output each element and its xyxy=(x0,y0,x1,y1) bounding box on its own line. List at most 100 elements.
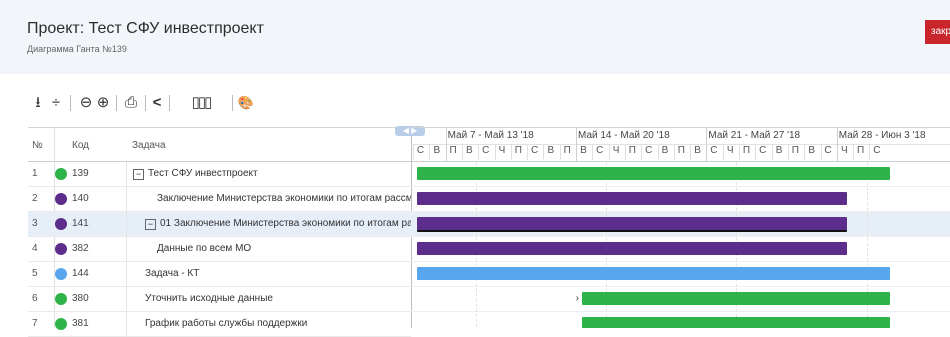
row-number: 7 xyxy=(32,318,38,329)
zoom-in-icon[interactable]: ⊕ xyxy=(95,92,111,114)
page-header: Проект: Тест СФУ инвестпроект Диаграмма … xyxy=(0,0,950,74)
task-name[interactable]: Заключение Министерства экономики по ито… xyxy=(126,187,411,211)
day-label: Ч xyxy=(612,145,620,156)
day-label: В xyxy=(547,145,555,156)
day-divider xyxy=(478,144,480,160)
table-row[interactable]: 4 382 Данные по всем МО xyxy=(28,237,411,262)
task-name[interactable]: Задача - КТ xyxy=(126,262,411,286)
gantt-bar[interactable] xyxy=(581,317,890,328)
table-row[interactable]: 5 144 Задача - КТ xyxy=(28,262,411,287)
day-label: С xyxy=(759,145,767,156)
day-label: П xyxy=(563,145,571,156)
toolbar-divider xyxy=(169,95,170,111)
task-code: 380 xyxy=(72,293,89,304)
status-dot xyxy=(55,168,67,180)
row-number: 6 xyxy=(32,293,38,304)
columns-layout-icon[interactable]: ▯▯▯ xyxy=(175,92,227,114)
day-divider xyxy=(413,144,414,160)
gantt-bar[interactable] xyxy=(417,267,890,280)
task-label: 01 Заключение Министерства экономики по … xyxy=(160,218,411,229)
day-divider xyxy=(510,144,512,160)
day-divider xyxy=(461,144,463,160)
status-dot xyxy=(55,243,67,255)
table-row[interactable]: 2 140 Заключение Министерства экономики по… xyxy=(28,187,411,212)
palette-icon[interactable]: 🎨 xyxy=(237,92,255,114)
page-title: Проект: Тест СФУ инвестпроект xyxy=(27,20,264,37)
toolbar-divider xyxy=(70,95,71,111)
collapse-toggle-icon[interactable]: − xyxy=(133,169,144,180)
status-dot xyxy=(55,318,67,330)
task-label: Данные по всем МО xyxy=(157,243,252,254)
task-code: 144 xyxy=(72,268,89,279)
task-name[interactable]: Уточнить исходные данные xyxy=(126,287,411,311)
day-divider xyxy=(755,144,757,160)
day-divider xyxy=(543,144,545,160)
row-number: 5 xyxy=(32,268,38,279)
day-divider xyxy=(608,144,610,160)
day-divider xyxy=(804,144,806,160)
gantt-bar[interactable] xyxy=(581,292,890,305)
column-header-task[interactable]: Задача xyxy=(132,140,166,151)
table-row[interactable]: 1 139 − Тест СФУ инвестпроект xyxy=(28,162,411,187)
task-name[interactable]: График работы службы поддержки xyxy=(126,312,411,336)
day-label: П xyxy=(514,145,522,156)
day-divider xyxy=(869,144,871,160)
day-label: П xyxy=(742,145,751,156)
timeline-chart: ЧСВПВСЧПСВПВСЧПСВПВСЧПСВПВСЧПСМай 7 - Ма… xyxy=(411,127,950,328)
status-dot xyxy=(55,218,67,230)
day-label: П xyxy=(677,145,685,156)
day-label: Ч xyxy=(840,145,848,156)
day-divider xyxy=(624,144,626,160)
day-label: С xyxy=(482,145,490,156)
week-label: Май 14 - Май 20 '18 xyxy=(578,130,670,141)
zoom-out-icon[interactable]: ⊖ xyxy=(78,92,94,114)
day-divider xyxy=(527,144,529,160)
day-divider xyxy=(722,144,724,160)
day-label: С xyxy=(824,145,832,156)
day-label: Ч xyxy=(726,145,734,156)
share-icon[interactable]: < xyxy=(150,92,164,114)
task-label: Заключение Министерства экономики по ито… xyxy=(157,193,411,204)
table-row[interactable]: 3 141 −01 Заключение Министерства экономик… xyxy=(28,212,411,237)
day-divider xyxy=(787,144,789,160)
task-grid: № Код Задача 1 139− Тест СФУ инвестпроект 2… xyxy=(28,127,412,337)
column-header-code[interactable]: Код xyxy=(72,140,89,151)
print-icon[interactable]: ⎙ xyxy=(122,92,140,114)
week-label: Май 7 - Май 13 '18 xyxy=(447,130,534,141)
day-label: В xyxy=(775,145,783,156)
table-row[interactable]: 7 381 График работы службы поддержки xyxy=(28,312,411,337)
day-divider xyxy=(641,144,643,160)
gantt-bar[interactable] xyxy=(417,192,848,205)
gantt-bar[interactable] xyxy=(417,217,848,232)
task-name[interactable]: − Тест СФУ инвестпроект xyxy=(126,162,411,186)
close-button[interactable]: закр xyxy=(925,20,950,44)
day-label: В xyxy=(661,145,669,156)
status-dot xyxy=(55,268,67,280)
task-name[interactable]: −01 Заключение Министерства экономики по… xyxy=(126,212,411,236)
day-label: С xyxy=(873,145,881,156)
collapse-toggle-icon[interactable]: − xyxy=(145,219,156,230)
column-header-number[interactable]: № xyxy=(32,140,43,151)
day-divider xyxy=(657,144,659,160)
task-code: 139 xyxy=(72,168,89,179)
day-label: П xyxy=(628,145,636,156)
collapse-rows-icon[interactable]: ÷ xyxy=(48,92,64,114)
expand-rows-icon[interactable]: ⭳ xyxy=(30,92,46,114)
task-grid-header: № Код Задача xyxy=(28,128,411,162)
row-number: 4 xyxy=(32,243,38,254)
day-label: С xyxy=(645,145,653,156)
day-label: В xyxy=(580,145,587,156)
row-number: 2 xyxy=(32,193,38,204)
status-dot xyxy=(55,293,67,305)
table-row[interactable]: 6 380 Уточнить исходные данные xyxy=(28,287,411,312)
gantt-bar[interactable] xyxy=(417,167,890,180)
day-divider xyxy=(494,144,496,160)
toolbar-divider xyxy=(145,95,146,111)
week-divider xyxy=(706,128,708,161)
task-code: 382 xyxy=(72,243,89,254)
day-divider xyxy=(559,144,561,160)
gantt-bar[interactable] xyxy=(417,242,848,255)
day-label: С xyxy=(710,145,718,156)
task-label: График работы службы поддержки xyxy=(145,318,308,329)
task-name[interactable]: Данные по всем МО xyxy=(126,237,411,261)
